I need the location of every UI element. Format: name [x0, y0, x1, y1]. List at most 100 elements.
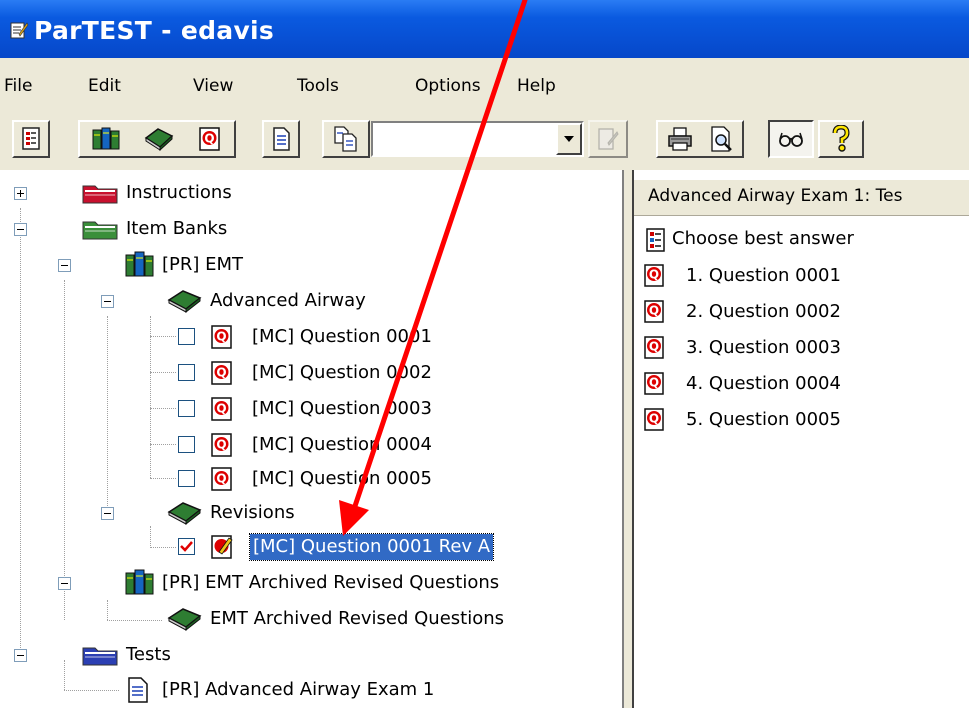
question-icon: Q	[644, 336, 664, 359]
toolbar-combo[interactable]	[371, 121, 584, 157]
tree-label: [MC] Question 0001	[252, 326, 432, 347]
tree-node-test-item[interactable]: [PR] Advanced Airway Exam 1	[0, 675, 500, 705]
tree-label: Instructions	[126, 182, 232, 203]
tree-node-pr-emt-archived[interactable]: [PR] EMT Archived Revised Questions	[0, 568, 600, 598]
menu-options[interactable]: Options	[415, 76, 481, 96]
question-icon: Q	[211, 433, 232, 457]
menu-edit[interactable]: Edit	[88, 76, 121, 96]
question-checkbox[interactable]	[178, 328, 195, 345]
tree-node-question[interactable]: Q [MC] Question 0004	[0, 430, 480, 460]
question-icon: Q	[644, 408, 664, 431]
question-checkbox[interactable]	[178, 400, 195, 417]
check-icon	[180, 541, 193, 552]
tree-label: [MC] Question 0005	[252, 468, 432, 489]
menu-tools[interactable]: Tools	[297, 76, 339, 96]
test-preview-header: Advanced Airway Exam 1: Tes	[634, 180, 969, 216]
tree-node-emt-archived[interactable]: EMT Archived Revised Questions	[0, 604, 600, 634]
expand-icon[interactable]	[14, 187, 27, 200]
tree-node-pr-emt[interactable]: [PR] EMT	[0, 250, 400, 280]
tree-node-question[interactable]: Q [MC] Question 0002	[0, 358, 480, 388]
tree-node-question[interactable]: Q [MC] Question 0003	[0, 394, 480, 424]
collapse-icon[interactable]	[14, 649, 27, 662]
menu-view[interactable]: View	[193, 76, 233, 96]
question-checkbox[interactable]	[178, 470, 195, 487]
collapse-icon[interactable]	[101, 507, 114, 520]
edit-document-icon	[598, 128, 619, 150]
section-label: Choose best answer	[672, 228, 854, 249]
help-question-icon	[832, 125, 850, 152]
svg-text:Q: Q	[649, 268, 659, 282]
question-checkbox[interactable]	[178, 364, 195, 381]
item-tree[interactable]: Instructions Item Banks [PR] EMT Advance…	[0, 170, 622, 708]
title-bar: ParTEST - edavis	[0, 0, 969, 58]
toolbar: Q	[0, 110, 969, 170]
document-list-icon	[22, 127, 40, 150]
app-icon	[10, 22, 29, 39]
test-preview-pane: Advanced Airway Exam 1: Tes Choose best …	[632, 170, 969, 708]
question-icon[interactable]: Q	[197, 126, 223, 152]
collapse-icon[interactable]	[58, 259, 71, 272]
blue-folder-icon	[82, 647, 118, 666]
collapse-icon[interactable]	[14, 223, 27, 236]
test-question-label: 5. Question 0005	[686, 409, 841, 430]
tree-node-question[interactable]: Q [MC] Question 0001	[0, 322, 480, 352]
test-question-label: 3. Question 0003	[686, 337, 841, 358]
question-icon: Q	[211, 467, 232, 491]
window-title: ParTEST - edavis	[34, 16, 275, 45]
printer-icon[interactable]	[666, 126, 694, 152]
tree-label: Advanced Airway	[210, 290, 366, 311]
tree-node-item-banks[interactable]: Item Banks	[0, 214, 400, 244]
tree-node-revision-item[interactable]: [MC] Question 0001 Rev A	[0, 532, 600, 562]
menu-help[interactable]: Help	[517, 76, 556, 96]
document-button[interactable]	[262, 120, 300, 158]
menu-file[interactable]: File	[4, 76, 32, 96]
svg-text:Q: Q	[649, 340, 659, 354]
print-preview-icon[interactable]	[709, 126, 735, 152]
tree-label: Revisions	[210, 502, 295, 523]
tree-node-question[interactable]: Q [MC] Question 0005	[0, 464, 480, 494]
svg-text:Q: Q	[216, 402, 226, 416]
print-group	[656, 120, 744, 158]
tree-label: Tests	[126, 644, 171, 665]
tree-label: [MC] Question 0003	[252, 398, 432, 419]
new-item-button[interactable]	[12, 120, 50, 158]
book-icon	[167, 290, 202, 314]
copy-documents-button[interactable]	[322, 120, 370, 158]
collapse-icon[interactable]	[58, 577, 71, 590]
tree-node-tests[interactable]: Tests	[0, 640, 400, 670]
book-icon	[167, 502, 202, 526]
bank-tools-group: Q	[78, 120, 236, 158]
tree-label: [MC] Question 0004	[252, 434, 432, 455]
svg-text:Q: Q	[216, 472, 226, 486]
question-icon: Q	[644, 372, 664, 395]
section-icon	[646, 228, 665, 252]
test-question-label: 1. Question 0001	[686, 265, 841, 286]
red-folder-icon	[82, 185, 118, 204]
tree-node-instructions[interactable]: Instructions	[0, 178, 400, 208]
copy-documents-icon	[334, 126, 357, 152]
help-button[interactable]	[818, 120, 864, 158]
menu-bar: File Edit View Tools Options Help	[0, 58, 969, 110]
edit-disabled-button[interactable]	[588, 120, 628, 158]
item-banks-icon[interactable]	[91, 126, 121, 152]
combo-dropdown-button[interactable]	[556, 123, 582, 155]
pane-splitter[interactable]	[622, 170, 632, 708]
item-bank-books-icon	[125, 251, 154, 277]
tree-node-advanced-airway[interactable]: Advanced Airway	[0, 286, 420, 316]
view-answers-button[interactable]	[768, 120, 814, 158]
question-checkbox[interactable]	[178, 436, 195, 453]
tree-label: EMT Archived Revised Questions	[210, 608, 505, 629]
svg-text:Q: Q	[216, 330, 226, 344]
book-icon[interactable]	[144, 126, 174, 152]
tree-node-revisions[interactable]: Revisions	[0, 498, 420, 528]
svg-text:Q: Q	[216, 438, 226, 452]
tree-label-selected: [MC] Question 0001 Rev A	[248, 533, 495, 561]
tree-label: Item Banks	[126, 218, 228, 239]
collapse-icon[interactable]	[101, 295, 114, 308]
tree-label: [MC] Question 0002	[252, 362, 432, 383]
question-icon: Q	[211, 361, 232, 385]
question-icon: Q	[644, 300, 664, 323]
test-preview-title: Advanced Airway Exam 1: Tes	[648, 186, 903, 206]
revision-checkbox[interactable]	[178, 538, 195, 555]
document-icon	[273, 127, 290, 151]
